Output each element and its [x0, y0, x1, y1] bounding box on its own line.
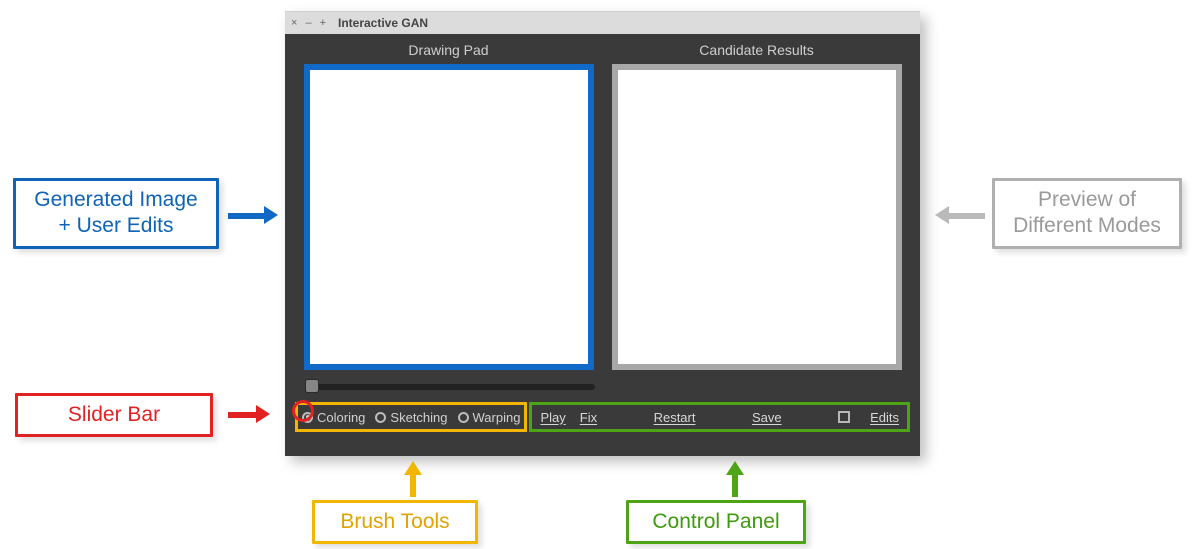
radio-warping[interactable]: Warping [458, 410, 521, 425]
arrow-control-icon [732, 461, 744, 497]
slider-handle[interactable] [305, 379, 319, 393]
minimize-icon[interactable]: – [305, 17, 311, 29]
drawing-pad-label: Drawing Pad [304, 42, 594, 58]
maximize-icon[interactable]: + [320, 17, 326, 29]
titlebar: × – + Interactive GAN [285, 12, 920, 34]
radio-icon [458, 412, 469, 423]
save-button[interactable]: Save [752, 410, 782, 425]
panel-labels-row: Drawing Pad Candidate Results [285, 34, 920, 64]
candidate-results-label: Candidate Results [612, 42, 902, 58]
drawing-pad[interactable] [304, 64, 594, 370]
callout-generated-image: Generated Image+ User Edits [13, 178, 219, 249]
arrow-preview-icon [935, 206, 985, 224]
callout-brush-tools: Brush Tools [312, 500, 478, 544]
fix-button[interactable]: Fix [580, 410, 597, 425]
edits-label: Edits [870, 410, 899, 425]
radio-coloring-label: Coloring [317, 410, 365, 425]
callout-control-panel: Control Panel [626, 500, 806, 544]
radio-warping-label: Warping [473, 410, 521, 425]
panels-row [285, 64, 920, 370]
play-button[interactable]: Play [540, 410, 565, 425]
control-panel-group: Play Fix Restart Save Edits [529, 402, 910, 432]
bottom-row: Coloring Sketching Warping Play Fix Rest… [285, 402, 920, 432]
candidate-results[interactable] [612, 64, 902, 370]
arrow-brush-icon [410, 461, 422, 497]
radio-sketching[interactable]: Sketching [375, 410, 447, 425]
arrow-slider-icon [228, 405, 270, 423]
restart-button[interactable]: Restart [654, 410, 696, 425]
edits-checkbox[interactable] [838, 411, 850, 423]
arrow-generated-icon [228, 206, 278, 224]
callout-slider-bar: Slider Bar [15, 393, 213, 437]
slider-row [285, 384, 920, 390]
radio-icon [375, 412, 386, 423]
app-window: × – + Interactive GAN Drawing Pad Candid… [285, 11, 920, 456]
slider-marker-circle-icon [292, 400, 314, 422]
callout-preview-modes: Preview ofDifferent Modes [992, 178, 1182, 249]
window-title: Interactive GAN [338, 16, 428, 30]
close-icon[interactable]: × [291, 17, 297, 29]
brush-tools-group: Coloring Sketching Warping [295, 402, 527, 432]
slider-track[interactable] [305, 384, 595, 390]
radio-sketching-label: Sketching [390, 410, 447, 425]
